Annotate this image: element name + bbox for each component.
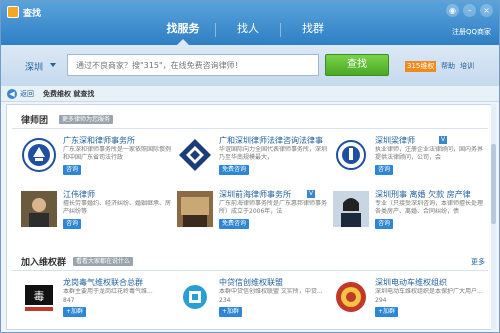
group-desc: 本群主要用于龙岗红花岭毒气维...	[63, 288, 153, 295]
group-desc: 深圳电动车维权组织是本保护广大用户...	[375, 288, 483, 295]
app-window: 查找 ◉ – × 找服务 找人 找群 注册QQ商家 深圳 查找 315维权 帮助…	[0, 0, 500, 333]
group-logo-icon	[333, 279, 369, 315]
scrollbar-thumb[interactable]	[491, 144, 496, 224]
group-name[interactable]: 深圳电动车维权组织	[375, 277, 447, 288]
join-group-button[interactable]: +加群	[219, 307, 243, 317]
badge-315[interactable]: 315维权	[405, 61, 437, 72]
verified-icon: V	[439, 136, 447, 144]
member-count: 294	[375, 297, 387, 304]
lawyer-desc: 擅长劳事婚约、经济纠纷、婚姻继承、房产纠纷等	[63, 200, 171, 215]
section-divider	[12, 128, 488, 129]
consult-button[interactable]: 咨询	[375, 219, 394, 229]
lawyer-desc: 广东深和律师事务所是一家依照国际惯例和中国广东省司法行政	[63, 146, 171, 161]
search-bar: 深圳 查找 315维权 帮助 培训	[1, 45, 499, 85]
city-selector[interactable]: 深圳	[25, 60, 43, 73]
chevron-down-icon[interactable]	[50, 63, 56, 67]
section-tag-groups: 看看大家都在说什么	[73, 257, 134, 266]
back-arrow-icon[interactable]: ◀	[7, 89, 17, 99]
law-firm-photo	[177, 191, 213, 227]
group-name[interactable]: 龙岗毒气维权联合总群	[63, 277, 143, 288]
court-emblem-icon	[333, 137, 369, 173]
skin-icon[interactable]: ◉	[446, 4, 459, 17]
lawyer-card[interactable]: 深圳前海律师事务所 V 广东前海律师事务所是广东惠邦律师事务所）成立于2006年…	[177, 189, 327, 235]
free-consult-button[interactable]: 免费咨询	[219, 165, 250, 175]
group-card[interactable]: 深圳电动车维权组织 深圳电动车维权组织是本保护广大用户... 294 +加群	[333, 277, 483, 323]
search-input[interactable]	[67, 54, 319, 76]
lawyer-name[interactable]: 深圳前海律师事务所	[219, 189, 291, 200]
group-card[interactable]: 毒 龙岗毒气维权联合总群 本群主要用于龙岗红花岭毒气维... 847 +加群	[21, 277, 171, 323]
consult-button[interactable]: 咨询	[63, 165, 82, 175]
court-emblem-icon	[21, 137, 57, 173]
lawyer-name[interactable]: 深圳梁律师	[375, 135, 415, 146]
group-desc: 本群中贷信创维权联盟 文实所，中贷...	[219, 288, 323, 295]
lawyer-card[interactable]: 广和深圳律师法律咨询法律事 华谊国际向力全国代表律师事务所，深圳乃至华南规模最大…	[177, 135, 327, 181]
consult-button[interactable]: 咨询	[375, 165, 394, 175]
lawyer-name[interactable]: 深圳刑事 离婚 欠款 房产律	[375, 189, 471, 200]
results-panel: 律师团 更多律师为您服务 广东深和律师事务所 广东深和律师事务所是一家依照国际惯…	[6, 104, 494, 330]
section-title-lawyers: 律师团	[21, 116, 49, 126]
join-group-button[interactable]: +加群	[63, 307, 87, 317]
search-button[interactable]: 查找	[325, 54, 389, 76]
title-bar: 查找 ◉ – × 找服务 找人 找群 注册QQ商家	[1, 1, 499, 45]
window-title: 查找	[23, 9, 42, 19]
free-consult-button[interactable]: 免费咨询	[219, 219, 250, 229]
consult-button[interactable]: 咨询	[63, 219, 82, 229]
tab-find-service[interactable]: 找服务	[151, 17, 215, 45]
group-logo-icon: 毒	[21, 279, 57, 315]
tab-find-group[interactable]: 找群	[281, 17, 345, 45]
section-title-groups: 加入维权群	[21, 258, 67, 268]
section-tag-lawyers: 更多律师为您服务	[59, 115, 114, 124]
group-card[interactable]: 中贷信创维权联盟 本群中贷信创维权联盟 文实所，中贷... 234 +加群	[177, 277, 327, 323]
lawyer-card[interactable]: 江伟律师 擅长劳事婚约、经济纠纷、婚姻继承、房产纠纷等 咨询	[21, 189, 171, 235]
lawyer-desc: 专业（只接受深圳咨询，本律师擅长处理各类房产、离婚、合同纠纷，债	[375, 200, 483, 215]
register-merchant-link[interactable]: 注册QQ商家	[452, 27, 491, 37]
lawyer-avatar	[333, 191, 369, 227]
lawyer-name[interactable]: 江伟律师	[63, 189, 95, 200]
window-controls: ◉ – ×	[446, 4, 493, 17]
group-name[interactable]: 中贷信创维权联盟	[219, 277, 283, 288]
main-tabs: 找服务 找人 找群	[151, 17, 345, 45]
group-logo-icon	[177, 279, 213, 315]
training-link[interactable]: 培训	[460, 61, 474, 71]
tab-find-people[interactable]: 找人	[216, 17, 280, 45]
section-divider	[12, 270, 488, 271]
lawyer-name[interactable]: 广东深和律师事务所	[63, 135, 135, 146]
more-groups-link[interactable]: 更多	[471, 257, 485, 267]
verified-icon: V	[307, 190, 315, 198]
minimize-icon[interactable]: –	[463, 4, 476, 17]
join-group-button[interactable]: +加群	[375, 307, 399, 317]
law-firm-logo-icon	[177, 137, 213, 173]
lawyer-card[interactable]: 深圳刑事 离婚 欠款 房产律 专业（只接受深圳咨询，本律师擅长处理各类房产、离婚…	[333, 189, 483, 235]
close-icon[interactable]: ×	[480, 4, 493, 17]
breadcrumb: ◀ 返回 免费维权 就查找	[1, 85, 499, 102]
lawyer-avatar	[21, 191, 57, 227]
member-count: 234	[219, 297, 231, 304]
app-logo-icon	[7, 6, 19, 18]
lawyer-desc: 执业律师，注册企业法律顾问，国内务界提供法律顾问，公司，会	[375, 146, 483, 161]
lawyer-desc: 广东前海律师事务所是广东惠邦律师事务所）成立于2006年，法	[219, 200, 327, 215]
lawyer-card[interactable]: 深圳梁律师 V 执业律师，注册企业法律顾问，国内务界提供法律顾问，公司，会 咨询	[333, 135, 483, 181]
page-title: 免费维权 就查找	[43, 90, 95, 98]
scrollbar[interactable]	[491, 104, 496, 330]
svg-text:毒: 毒	[34, 290, 45, 303]
back-link[interactable]: 返回	[20, 89, 34, 99]
member-count: 847	[63, 297, 75, 304]
help-link[interactable]: 帮助	[441, 61, 455, 71]
lawyer-card[interactable]: 广东深和律师事务所 广东深和律师事务所是一家依照国际惯例和中国广东省司法行政 咨…	[21, 135, 171, 181]
lawyer-name[interactable]: 广和深圳律师法律咨询法律事	[219, 135, 323, 146]
lawyer-desc: 华谊国际向力全国代表律师事务所，深圳乃至华南规模最大，	[219, 146, 327, 161]
